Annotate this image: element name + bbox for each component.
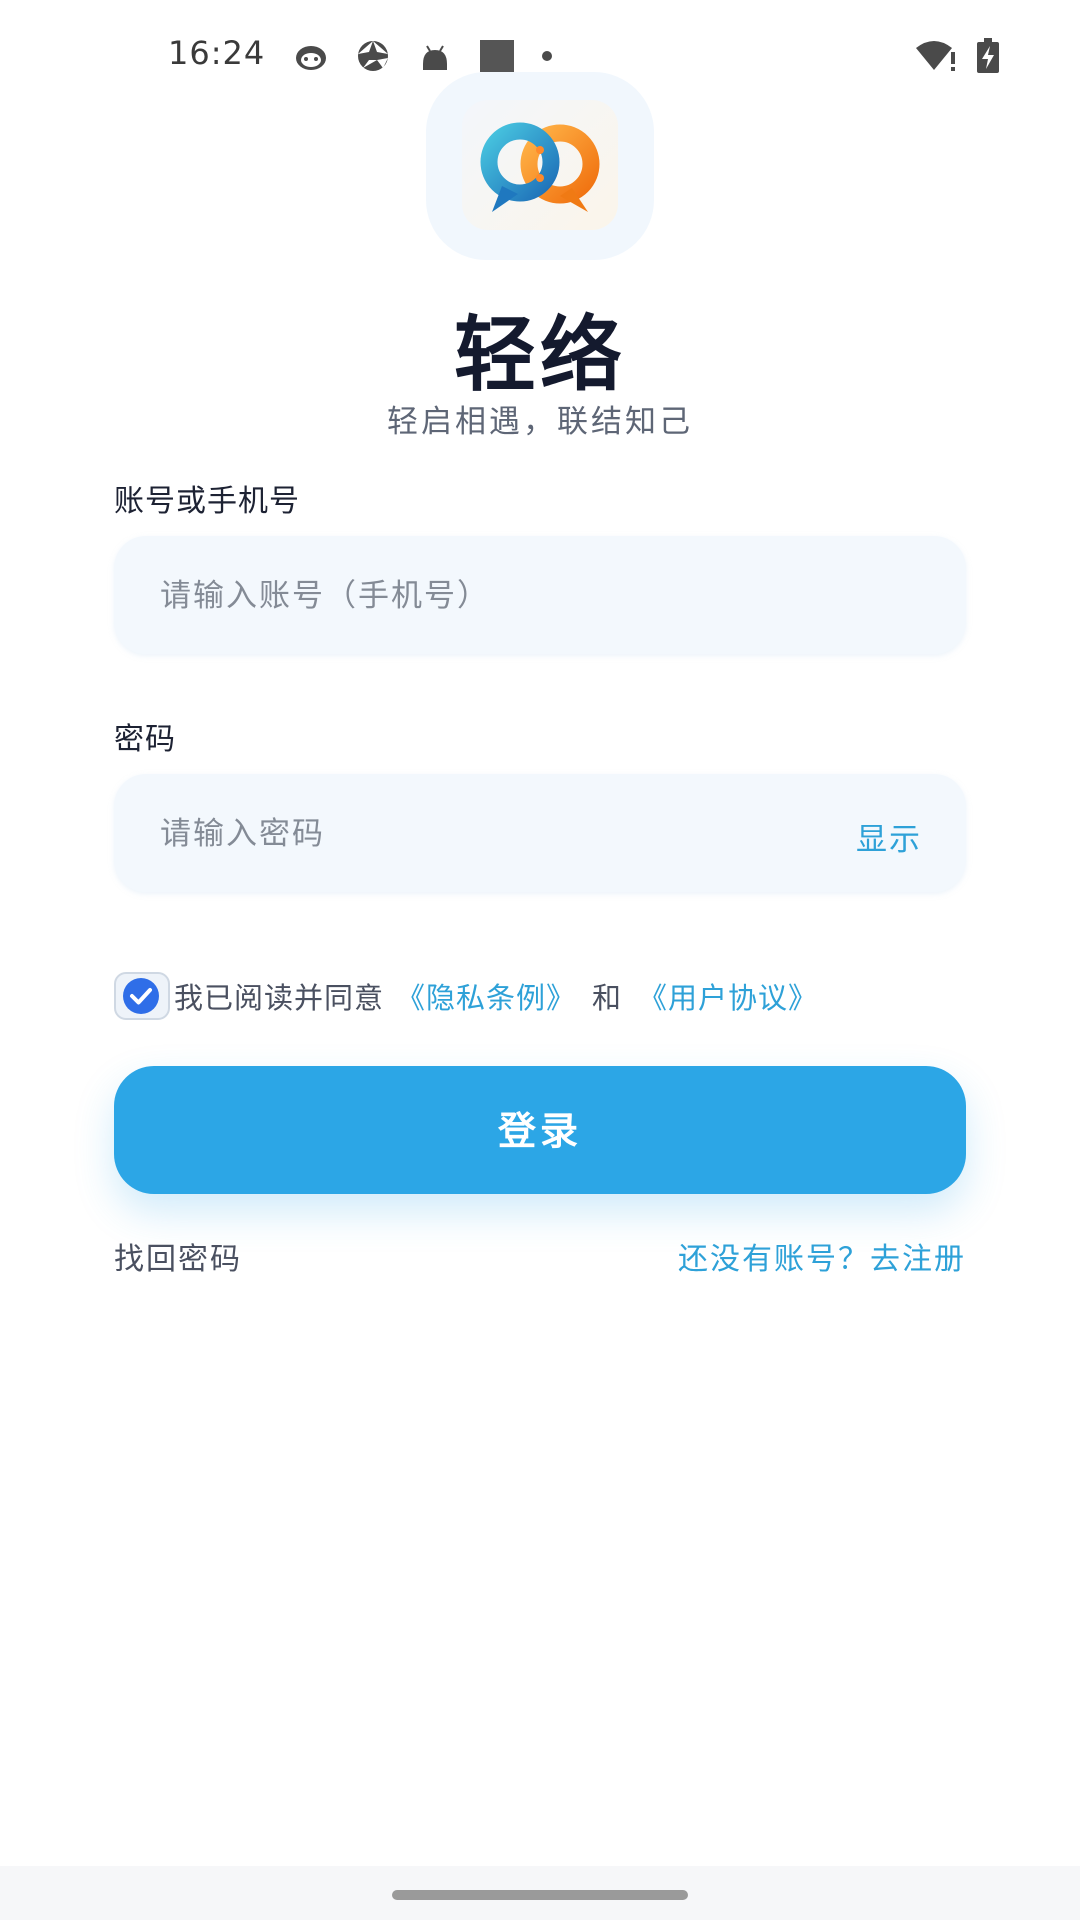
dot-icon [542, 51, 552, 61]
agreement-text: 我已阅读并同意 [174, 981, 385, 1015]
account-label: 账号或手机号 [114, 484, 300, 519]
gesture-handle[interactable] [392, 1890, 688, 1900]
status-notification-icons [293, 38, 553, 74]
app-slogan: 轻启相遇，联结知己 [387, 404, 693, 440]
cat-face-icon [296, 46, 326, 70]
privacy-policy-link[interactable]: 《隐私条例》 [396, 975, 576, 1017]
forgot-password-link[interactable]: 找回密码 [114, 1234, 242, 1278]
account-input[interactable] [158, 536, 802, 656]
checkmark-icon [123, 978, 159, 1014]
register-link[interactable]: 还没有账号？去注册 [678, 1234, 966, 1278]
chat-loop-logo-icon [480, 122, 600, 212]
password-input[interactable] [158, 774, 802, 894]
android-icon [423, 45, 447, 70]
agreement-and-text: 和 [592, 981, 623, 1015]
app-name: 轻络 [453, 308, 626, 403]
account-input-box[interactable] [114, 536, 966, 656]
app-logo [426, 72, 654, 260]
agreement-row: 我已阅读并同意 《隐私条例》 和 《用户协议》 [114, 972, 818, 1020]
agreement-checkbox[interactable] [114, 972, 170, 1020]
password-input-box[interactable]: 显示 [114, 774, 966, 894]
password-label: 密码 [114, 722, 176, 757]
status-system-icons [914, 38, 1000, 74]
login-button[interactable]: 登录 [114, 1066, 966, 1194]
battery-charging-icon [977, 38, 999, 73]
show-password-toggle[interactable]: 显示 [856, 814, 922, 859]
square-icon [480, 40, 514, 72]
status-time: 16:24 [168, 34, 266, 72]
wifi-alert-icon [916, 41, 955, 71]
login-page: 16:24 轻络 轻启相遇，联结知己 账号或手机号 请输入账号（手机号） 密码 … [0, 0, 1080, 1920]
user-agreement-link[interactable]: 《用户协议》 [638, 975, 818, 1017]
navigation-bar [0, 1866, 1080, 1920]
aperture-icon [358, 41, 388, 71]
app-logo-image [462, 100, 618, 230]
